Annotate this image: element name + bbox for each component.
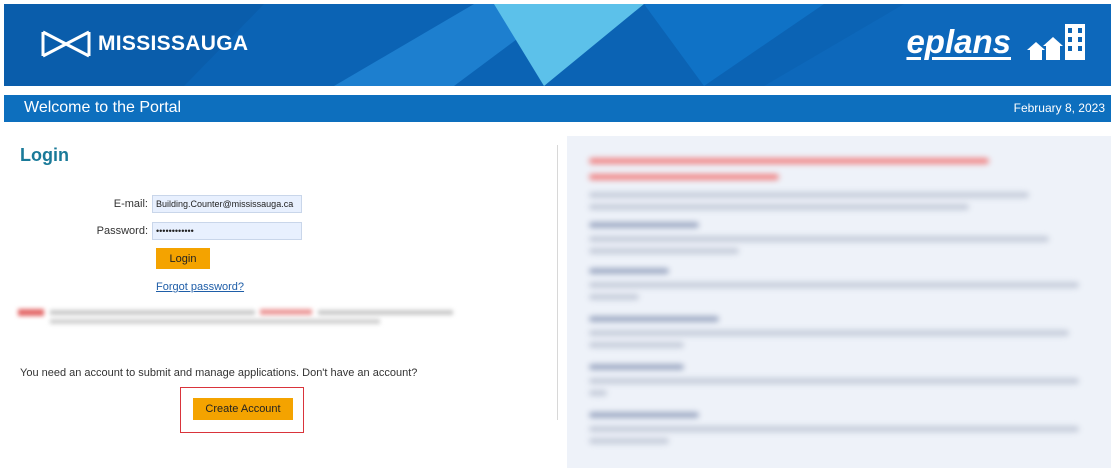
- email-field[interactable]: [152, 195, 302, 213]
- email-label: E-mail:: [113, 198, 148, 210]
- password-label: Password:: [96, 225, 148, 237]
- vertical-divider: [557, 145, 558, 420]
- password-field[interactable]: [152, 222, 302, 240]
- info-panel: [567, 136, 1111, 468]
- site-banner: MISSISSAUGA eplans: [4, 4, 1111, 86]
- eplans-logo[interactable]: eplans: [906, 20, 1089, 62]
- product-name: eplans: [906, 23, 1011, 60]
- welcome-title: Welcome to the Portal: [24, 99, 182, 116]
- mississauga-emblem-icon: [41, 30, 91, 58]
- brand-name: MISSISSAUGA: [98, 32, 249, 55]
- password-row: Password:: [60, 222, 302, 240]
- email-row: E-mail:: [60, 195, 302, 213]
- welcome-bar: Welcome to the Portal February 8, 2023: [4, 95, 1111, 122]
- current-date: February 8, 2023: [1013, 101, 1105, 115]
- blurred-notice: [18, 306, 453, 328]
- login-heading: Login: [20, 145, 69, 165]
- blurred-content: [567, 136, 1111, 468]
- mississauga-logo[interactable]: MISSISSAUGA: [40, 28, 248, 60]
- forgot-password-link[interactable]: Forgot password?: [156, 281, 244, 293]
- account-prompt: You need an account to submit and manage…: [20, 367, 418, 379]
- buildings-icon: [1027, 24, 1085, 60]
- login-button[interactable]: Login: [156, 248, 210, 269]
- create-account-button[interactable]: Create Account: [193, 398, 293, 420]
